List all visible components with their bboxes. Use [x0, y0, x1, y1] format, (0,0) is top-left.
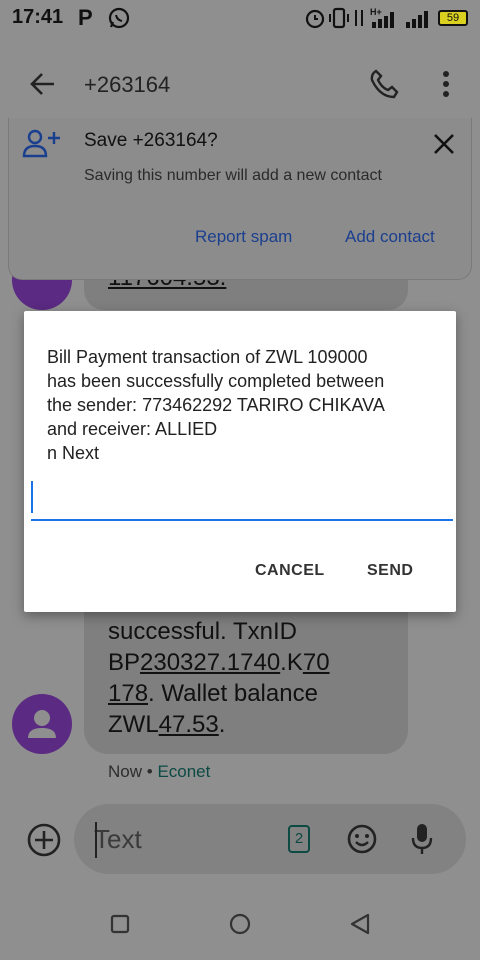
signal-icon	[406, 11, 428, 28]
send-button[interactable]: SEND	[367, 562, 413, 580]
cancel-button[interactable]: CANCEL	[255, 562, 325, 580]
p-icon: P	[78, 5, 93, 30]
svg-text:H+: H+	[370, 7, 382, 17]
balance-link[interactable]: 47.53	[159, 711, 219, 738]
conversation-title: +263164	[84, 72, 171, 97]
txn-link[interactable]: 230327.1740	[140, 649, 280, 676]
emoji-icon[interactable]	[346, 823, 378, 855]
text-segment: .	[218, 711, 226, 738]
meta-separator: •	[146, 762, 153, 781]
input-caret	[31, 481, 33, 513]
data-arrows-icon	[355, 10, 363, 26]
text-segment: BP	[108, 649, 141, 676]
arrow-back-icon[interactable]	[28, 70, 56, 98]
add-person-icon	[22, 129, 60, 158]
phone-icon[interactable]	[368, 68, 400, 100]
back-nav-icon[interactable]	[348, 912, 372, 936]
sms-send-dialog: Bill Payment transaction of ZWL 109000 h…	[24, 311, 456, 612]
alarm-icon	[305, 9, 325, 29]
message-line: successful. TxnID	[108, 618, 297, 645]
save-card-subtitle: Saving this number will add a new contac…	[84, 167, 382, 184]
status-time: 17:41	[12, 6, 64, 28]
message-time: Now	[108, 762, 143, 781]
add-attachment-icon[interactable]	[26, 822, 62, 858]
hplus-signal-icon: H+	[370, 7, 394, 28]
close-icon[interactable]	[432, 132, 456, 156]
message-line: ZWL47.53.	[108, 709, 368, 740]
message-line: BP230327.1740.K70	[108, 647, 368, 678]
txn-link[interactable]: 70	[303, 649, 330, 676]
microphone-icon[interactable]	[410, 822, 434, 856]
recents-icon[interactable]	[110, 914, 130, 934]
whatsapp-icon	[108, 7, 130, 29]
add-contact-button[interactable]: Add contact	[345, 227, 435, 247]
avatar	[12, 694, 72, 754]
txn-link[interactable]: 178	[108, 680, 148, 707]
text-segment: ZWL	[108, 711, 159, 738]
dialog-message: Bill Payment transaction of ZWL 109000 h…	[47, 347, 385, 463]
dialog-input[interactable]	[31, 479, 453, 521]
save-contact-card	[8, 118, 472, 280]
navigation-bar	[0, 900, 480, 960]
home-icon[interactable]	[229, 913, 251, 935]
text-caret	[95, 822, 97, 858]
message-meta: Now • Econet	[108, 762, 210, 782]
sim-selector-icon[interactable]: 2	[288, 825, 310, 853]
compose-input[interactable]: Text	[94, 824, 142, 855]
save-card-title: Save +263164?	[84, 130, 218, 151]
message-text: successful. TxnID BP230327.1740.K70 178.…	[108, 616, 368, 740]
message-line: 178. Wallet balance	[108, 678, 368, 709]
battery-icon: 59	[438, 10, 468, 26]
message-carrier: Econet	[157, 762, 211, 781]
more-vert-icon[interactable]	[438, 70, 454, 98]
text-segment: .K	[280, 649, 303, 676]
status-bar: 17:41 P H+ 59	[0, 0, 480, 36]
report-spam-button[interactable]: Report spam	[195, 227, 292, 247]
vibrate-icon	[329, 7, 349, 29]
text-segment: . Wallet balance	[148, 680, 318, 707]
